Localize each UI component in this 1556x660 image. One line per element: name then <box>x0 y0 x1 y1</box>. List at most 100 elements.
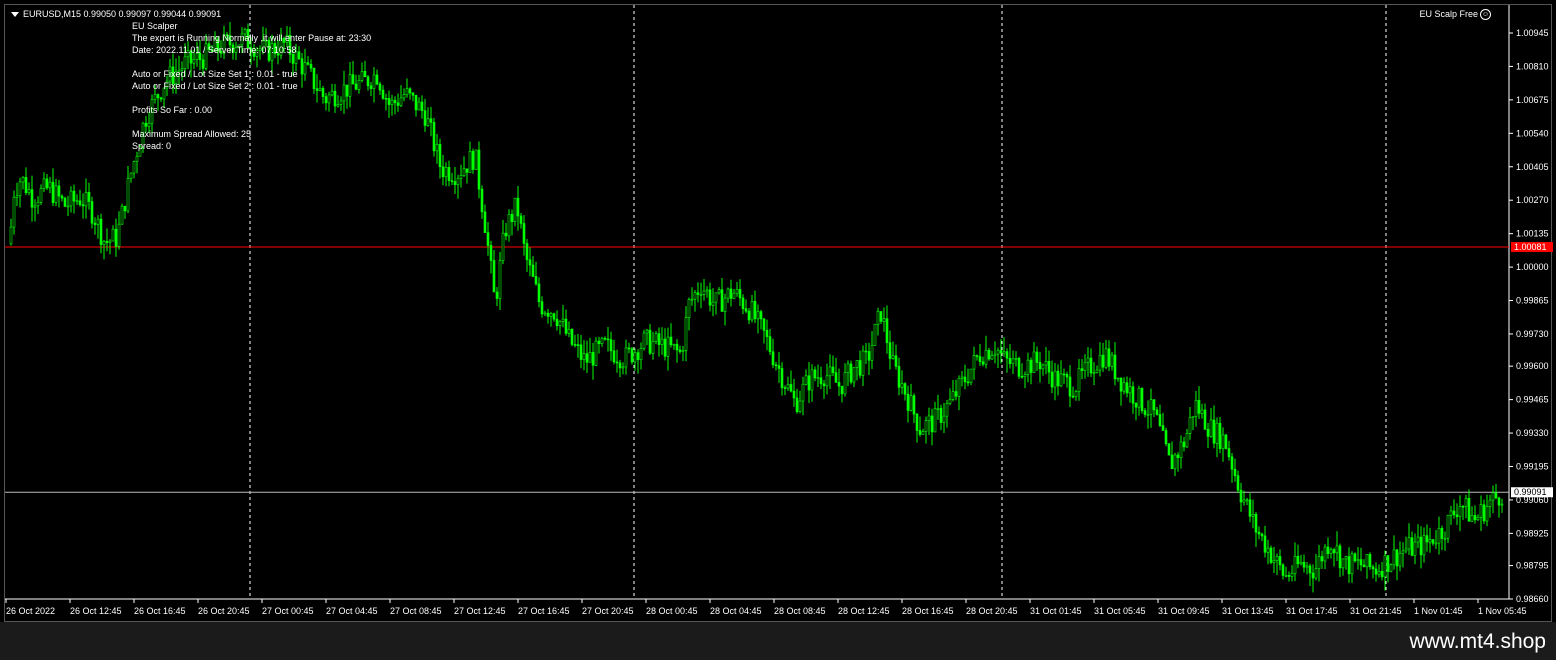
candle-body <box>1230 456 1234 470</box>
info-line <box>132 92 371 104</box>
candle-body <box>825 375 829 387</box>
ea-label[interactable]: EU Scalp Free ☺ <box>1419 9 1491 21</box>
candle-body <box>51 181 55 203</box>
candle-body <box>816 377 820 380</box>
ea-label-text: EU Scalp Free <box>1419 9 1478 19</box>
info-line: Profits So Far : 0.00 <box>132 105 213 115</box>
candle-body <box>972 355 976 370</box>
smiley-icon: ☺ <box>1480 9 1491 21</box>
candle-body <box>609 339 613 352</box>
candle-body <box>1068 376 1072 397</box>
candle-body <box>1347 556 1351 575</box>
candle-body <box>1488 499 1492 507</box>
time-tick-label: 31 Oct 21:45 <box>1350 606 1402 616</box>
dropdown-triangle-icon[interactable] <box>11 12 19 18</box>
candle-body <box>852 366 856 383</box>
candle-body <box>1431 539 1435 544</box>
candle-body <box>603 337 607 340</box>
candle-body <box>936 408 940 410</box>
candle-body <box>1299 561 1303 565</box>
candle-body <box>9 226 13 245</box>
candle-body <box>771 351 775 366</box>
candle-body <box>1212 419 1216 444</box>
candle-body <box>939 408 943 423</box>
watermark-link[interactable]: www.mt4.shop <box>1409 630 1546 654</box>
candle-body <box>495 291 499 299</box>
candle-body <box>1185 433 1189 448</box>
candle-body <box>1278 556 1282 566</box>
candle-body <box>1395 549 1399 567</box>
candle-body <box>402 94 406 99</box>
price-tick-label: 1.00540 <box>1516 128 1549 138</box>
candle-body <box>651 341 655 354</box>
candle-body <box>1005 351 1009 359</box>
candle-body <box>894 355 898 367</box>
price-tick-label: 1.00945 <box>1516 28 1549 38</box>
candle-body <box>1167 443 1171 456</box>
info-line <box>132 116 371 128</box>
candle-body <box>897 366 901 388</box>
candle-body <box>1368 554 1372 568</box>
candle-body <box>66 205 70 208</box>
candle-body <box>519 215 523 224</box>
time-tick-label: 27 Oct 16:45 <box>518 606 570 616</box>
candle-body <box>534 276 538 285</box>
candle-body <box>132 161 136 174</box>
candle-body <box>855 360 859 368</box>
candle-body <box>846 363 850 373</box>
candle-body <box>756 311 760 320</box>
candle-body <box>927 415 931 421</box>
candle-body <box>54 185 58 203</box>
candle-body <box>636 352 640 361</box>
candle-body <box>414 94 418 111</box>
candle-body <box>765 330 769 337</box>
candle-body <box>1050 371 1054 388</box>
chart-window[interactable]: 1.00945 1.00810 1.00675 1.00540 1.00405 1.002… <box>4 4 1553 622</box>
candle-body <box>1194 400 1198 417</box>
candle-body <box>1458 505 1462 518</box>
candle-body <box>396 102 400 106</box>
candle-body <box>1191 416 1195 419</box>
candle-body <box>126 178 130 212</box>
candle-body <box>489 245 493 261</box>
time-tick-label: 26 Oct 16:45 <box>134 606 186 616</box>
price-tick-label: 1.00405 <box>1516 162 1549 172</box>
candle-body <box>549 313 553 317</box>
candle-body <box>1491 492 1495 501</box>
candle-body <box>675 343 679 351</box>
symbol-title[interactable]: EURUSD,M15 0.99050 0.99097 0.99044 0.990… <box>11 9 221 19</box>
candle-body <box>828 366 832 377</box>
candle-body <box>1218 422 1222 449</box>
candle-body <box>687 299 691 318</box>
candle-body <box>753 301 757 320</box>
candle-body <box>867 351 871 361</box>
time-tick-label: 27 Oct 12:45 <box>454 606 506 616</box>
candle-body <box>879 311 883 322</box>
candle-body <box>708 289 712 306</box>
candle-body <box>1236 475 1240 491</box>
candle-body <box>864 350 868 353</box>
candle-body <box>1260 533 1264 537</box>
candle-body <box>585 353 589 363</box>
candle-body <box>564 318 568 334</box>
candle-body <box>426 118 430 126</box>
candle-body <box>1203 409 1207 430</box>
candle-body <box>876 311 880 325</box>
candle-body <box>411 92 415 96</box>
candle-body <box>33 205 37 208</box>
candle-body <box>1011 358 1015 364</box>
candle-body <box>1356 559 1360 562</box>
candle-body <box>996 350 1000 355</box>
candle-body <box>1137 387 1141 408</box>
candle-body <box>1335 545 1339 554</box>
candle-body <box>774 364 778 367</box>
price-tick-label: 0.98925 <box>1516 528 1549 538</box>
time-tick-label: 31 Oct 13:45 <box>1222 606 1274 616</box>
candle-body <box>744 308 748 312</box>
candle-body <box>510 214 514 222</box>
candle-body <box>741 297 745 309</box>
candle-body <box>735 289 739 294</box>
candle-body <box>993 353 997 356</box>
candle-body <box>438 144 442 168</box>
time-tick-label: 28 Oct 00:45 <box>646 606 698 616</box>
